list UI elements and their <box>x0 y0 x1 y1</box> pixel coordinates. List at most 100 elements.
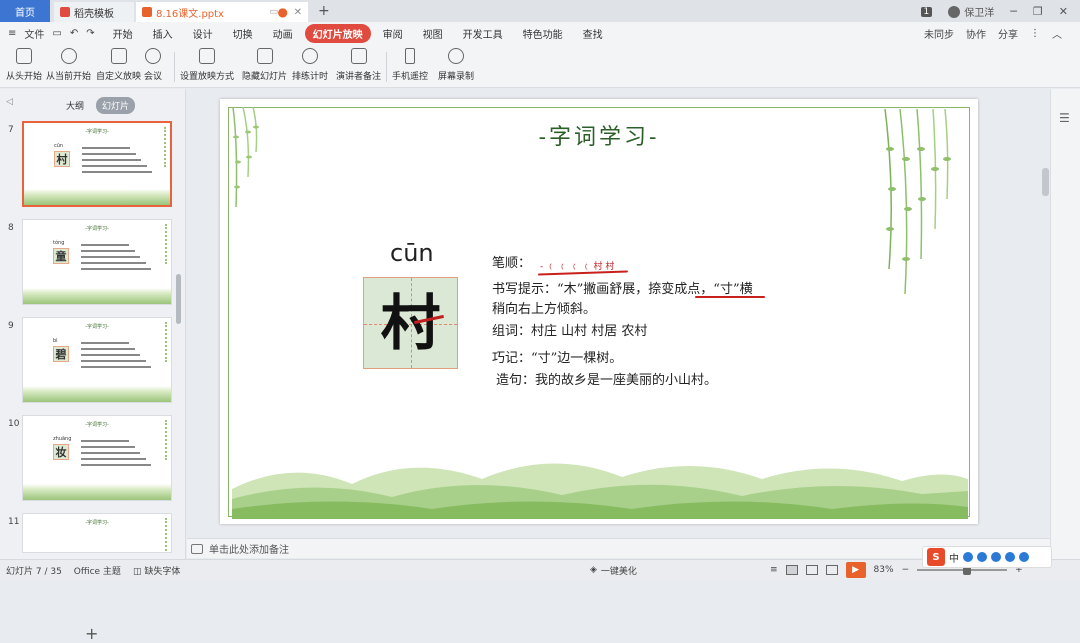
skin-icon[interactable] <box>1019 552 1029 562</box>
stroke-order-label: 笔顺： <box>492 256 532 271</box>
voice-icon[interactable] <box>991 552 1001 562</box>
tab-ribbon-3[interactable]: 切换 <box>225 24 261 43</box>
normal-view-button[interactable] <box>785 565 798 575</box>
reading-view-button[interactable] <box>825 565 838 575</box>
setup-show-button[interactable]: 设置放映方式 <box>180 48 234 82</box>
play-from-current-button[interactable]: 从当前开始 <box>46 48 91 82</box>
collapse-ribbon-icon[interactable]: ︿ <box>1052 26 1062 41</box>
presenter-notes-button[interactable]: 演讲者备注 <box>336 48 381 82</box>
tool-label: 演讲者备注 <box>336 72 382 82</box>
add-slide-button[interactable]: + <box>85 624 98 643</box>
tab-ribbon-4[interactable]: 动画 <box>265 24 301 43</box>
notes-pane[interactable]: 单击此处添加备注 <box>187 538 1050 558</box>
thumb-grass <box>24 189 170 205</box>
share-button[interactable]: 分享 <box>998 26 1018 41</box>
beautify-button[interactable]: ◈ 一键美化 <box>590 564 637 577</box>
ime-language[interactable]: 中 <box>949 550 959 565</box>
writing-hint-line1: 书写提示：“木”撇画舒展，捺变成点，“寸”横 <box>492 282 753 297</box>
missing-font-button[interactable]: ◫ 缺失字体 <box>133 564 180 577</box>
play-icon <box>60 48 77 64</box>
thumb-line <box>82 153 136 155</box>
collaborate-button[interactable]: 协作 <box>966 26 986 41</box>
tab-document[interactable]: 8.16课文.pptx ▭ ● ✕ <box>136 2 308 22</box>
thumb-text-lines <box>81 440 161 470</box>
rehearse-timing-button[interactable]: 排练计时 <box>292 48 328 82</box>
phone-remote-button[interactable]: 手机遥控 <box>392 48 428 82</box>
screen-record-button[interactable]: 屏幕录制 <box>438 48 474 82</box>
slide-thumbnail[interactable]: -字词学习-tóng 童 <box>22 219 172 305</box>
slide-7[interactable]: -字词学习- cūn 村 笔顺： - ﹙ ﹙ ﹙ ﹙ 村 村 书写提示：“木”撇… <box>220 99 978 524</box>
slide-thumbnail[interactable]: -字词学习-cūn 村 <box>22 121 172 207</box>
tab-outline[interactable]: 大纲 <box>60 97 90 114</box>
tab-ribbon-10[interactable]: 查找 <box>575 24 611 43</box>
stroke-order-sequence: - ﹙ ﹙ ﹙ ﹙ 村 村 <box>540 262 615 272</box>
tab-ribbon-1[interactable]: 插入 <box>145 24 181 43</box>
tab-slides[interactable]: 幻灯片 <box>96 97 136 114</box>
thumb-number: 9 <box>8 321 14 331</box>
thumb-title: -字词学习- <box>85 324 109 330</box>
notification-badge[interactable]: 1 <box>920 6 933 17</box>
tab-daoke-template[interactable]: 稻壳模板 <box>54 2 134 22</box>
writing-hint-line2: 稍向右上方倾斜。 <box>492 302 597 317</box>
close-tab-icon[interactable]: ✕ <box>294 7 302 18</box>
custom-show-button[interactable]: 自定义放映 <box>96 48 141 82</box>
thumb-line <box>81 250 135 252</box>
tab-ribbon-8[interactable]: 开发工具 <box>455 24 511 43</box>
thumb-line <box>81 446 135 448</box>
play-from-start-button[interactable]: 从头开始 <box>6 48 42 82</box>
slide-thumbnail[interactable]: -字词学习-bì 碧 <box>22 317 172 403</box>
file-menu[interactable]: 文件 <box>24 26 44 41</box>
more-icon[interactable]: ⋮ <box>1030 28 1040 39</box>
slide-thumbnail[interactable]: -字词学习- <box>22 513 172 553</box>
slideshow-toolbar: 从头开始 从当前开始 自定义放映 会议 设置放映方式 隐藏幻灯片 排练计时 演讲… <box>0 44 1080 88</box>
redo-icon[interactable]: ↷ <box>86 28 94 39</box>
notes-toggle-icon[interactable]: ≡ <box>770 565 778 575</box>
slideshow-play-button[interactable]: ▶ <box>845 562 866 578</box>
minimize-icon[interactable]: ─ <box>1010 5 1017 18</box>
tab-ribbon-0[interactable]: 开始 <box>105 24 141 43</box>
zoom-out-icon[interactable]: − <box>902 565 910 575</box>
notes-placeholder: 单击此处添加备注 <box>209 545 289 556</box>
properties-icon[interactable]: ☰ <box>1059 111 1070 125</box>
thumb-character: 妆 <box>53 444 69 460</box>
slide-sorter-button[interactable] <box>805 565 818 575</box>
toolbar-separator <box>386 52 387 82</box>
thumb-line <box>81 256 141 258</box>
tab-ribbon-7[interactable]: 视图 <box>415 24 451 43</box>
meeting-button[interactable]: 会议 <box>144 48 162 82</box>
hide-slide-icon <box>256 48 273 64</box>
input-method-toolbar[interactable]: S 中 <box>922 546 1052 568</box>
memory-tip: 巧记：“寸”边一棵树。 <box>492 351 623 366</box>
zoom-slider[interactable] <box>917 565 1008 575</box>
close-window-icon[interactable]: ✕ <box>1059 5 1068 18</box>
thumb-pinyin: zhuāng <box>53 436 72 442</box>
hide-slide-button[interactable]: 隐藏幻灯片 <box>242 48 287 82</box>
tab-ribbon-9[interactable]: 特色功能 <box>515 24 571 43</box>
tool-label: 会议 <box>144 72 163 82</box>
notes-icon <box>191 543 203 554</box>
tab-ribbon-6[interactable]: 审阅 <box>375 24 411 43</box>
keyboard-icon[interactable] <box>1005 552 1015 562</box>
custom-show-icon <box>110 48 127 64</box>
sync-status[interactable]: 未同步 <box>924 26 954 41</box>
panel-scrollbar[interactable] <box>176 274 181 324</box>
slide-thumbnail[interactable]: -字词学习-zhuāng 妆 <box>22 415 172 501</box>
user-account[interactable]: 保卫洋 <box>948 4 994 19</box>
undo-icon[interactable]: ↶ <box>70 28 78 39</box>
tab-ribbon-2[interactable]: 设计 <box>185 24 221 43</box>
tab-home[interactable]: 首页 <box>0 0 50 22</box>
thumb-grass <box>23 288 171 304</box>
punctuation-icon[interactable] <box>963 552 973 562</box>
thumb-line <box>81 458 146 460</box>
new-tab-button[interactable]: + <box>318 3 330 19</box>
collapse-panel-icon[interactable]: ◁ <box>6 97 13 107</box>
canvas-scrollbar[interactable] <box>1042 168 1049 196</box>
emoji-icon[interactable] <box>977 552 987 562</box>
tool-label: 屏幕录制 <box>438 72 475 82</box>
tab-ribbon-5[interactable]: 幻灯片放映 <box>304 23 371 43</box>
zoom-level[interactable]: 83% <box>874 565 894 575</box>
thumb-line <box>81 268 152 270</box>
hamburger-icon[interactable]: ≡ <box>8 28 16 39</box>
restore-icon[interactable]: ❐ <box>1033 5 1043 18</box>
save-icon[interactable]: ▭ <box>52 28 61 39</box>
